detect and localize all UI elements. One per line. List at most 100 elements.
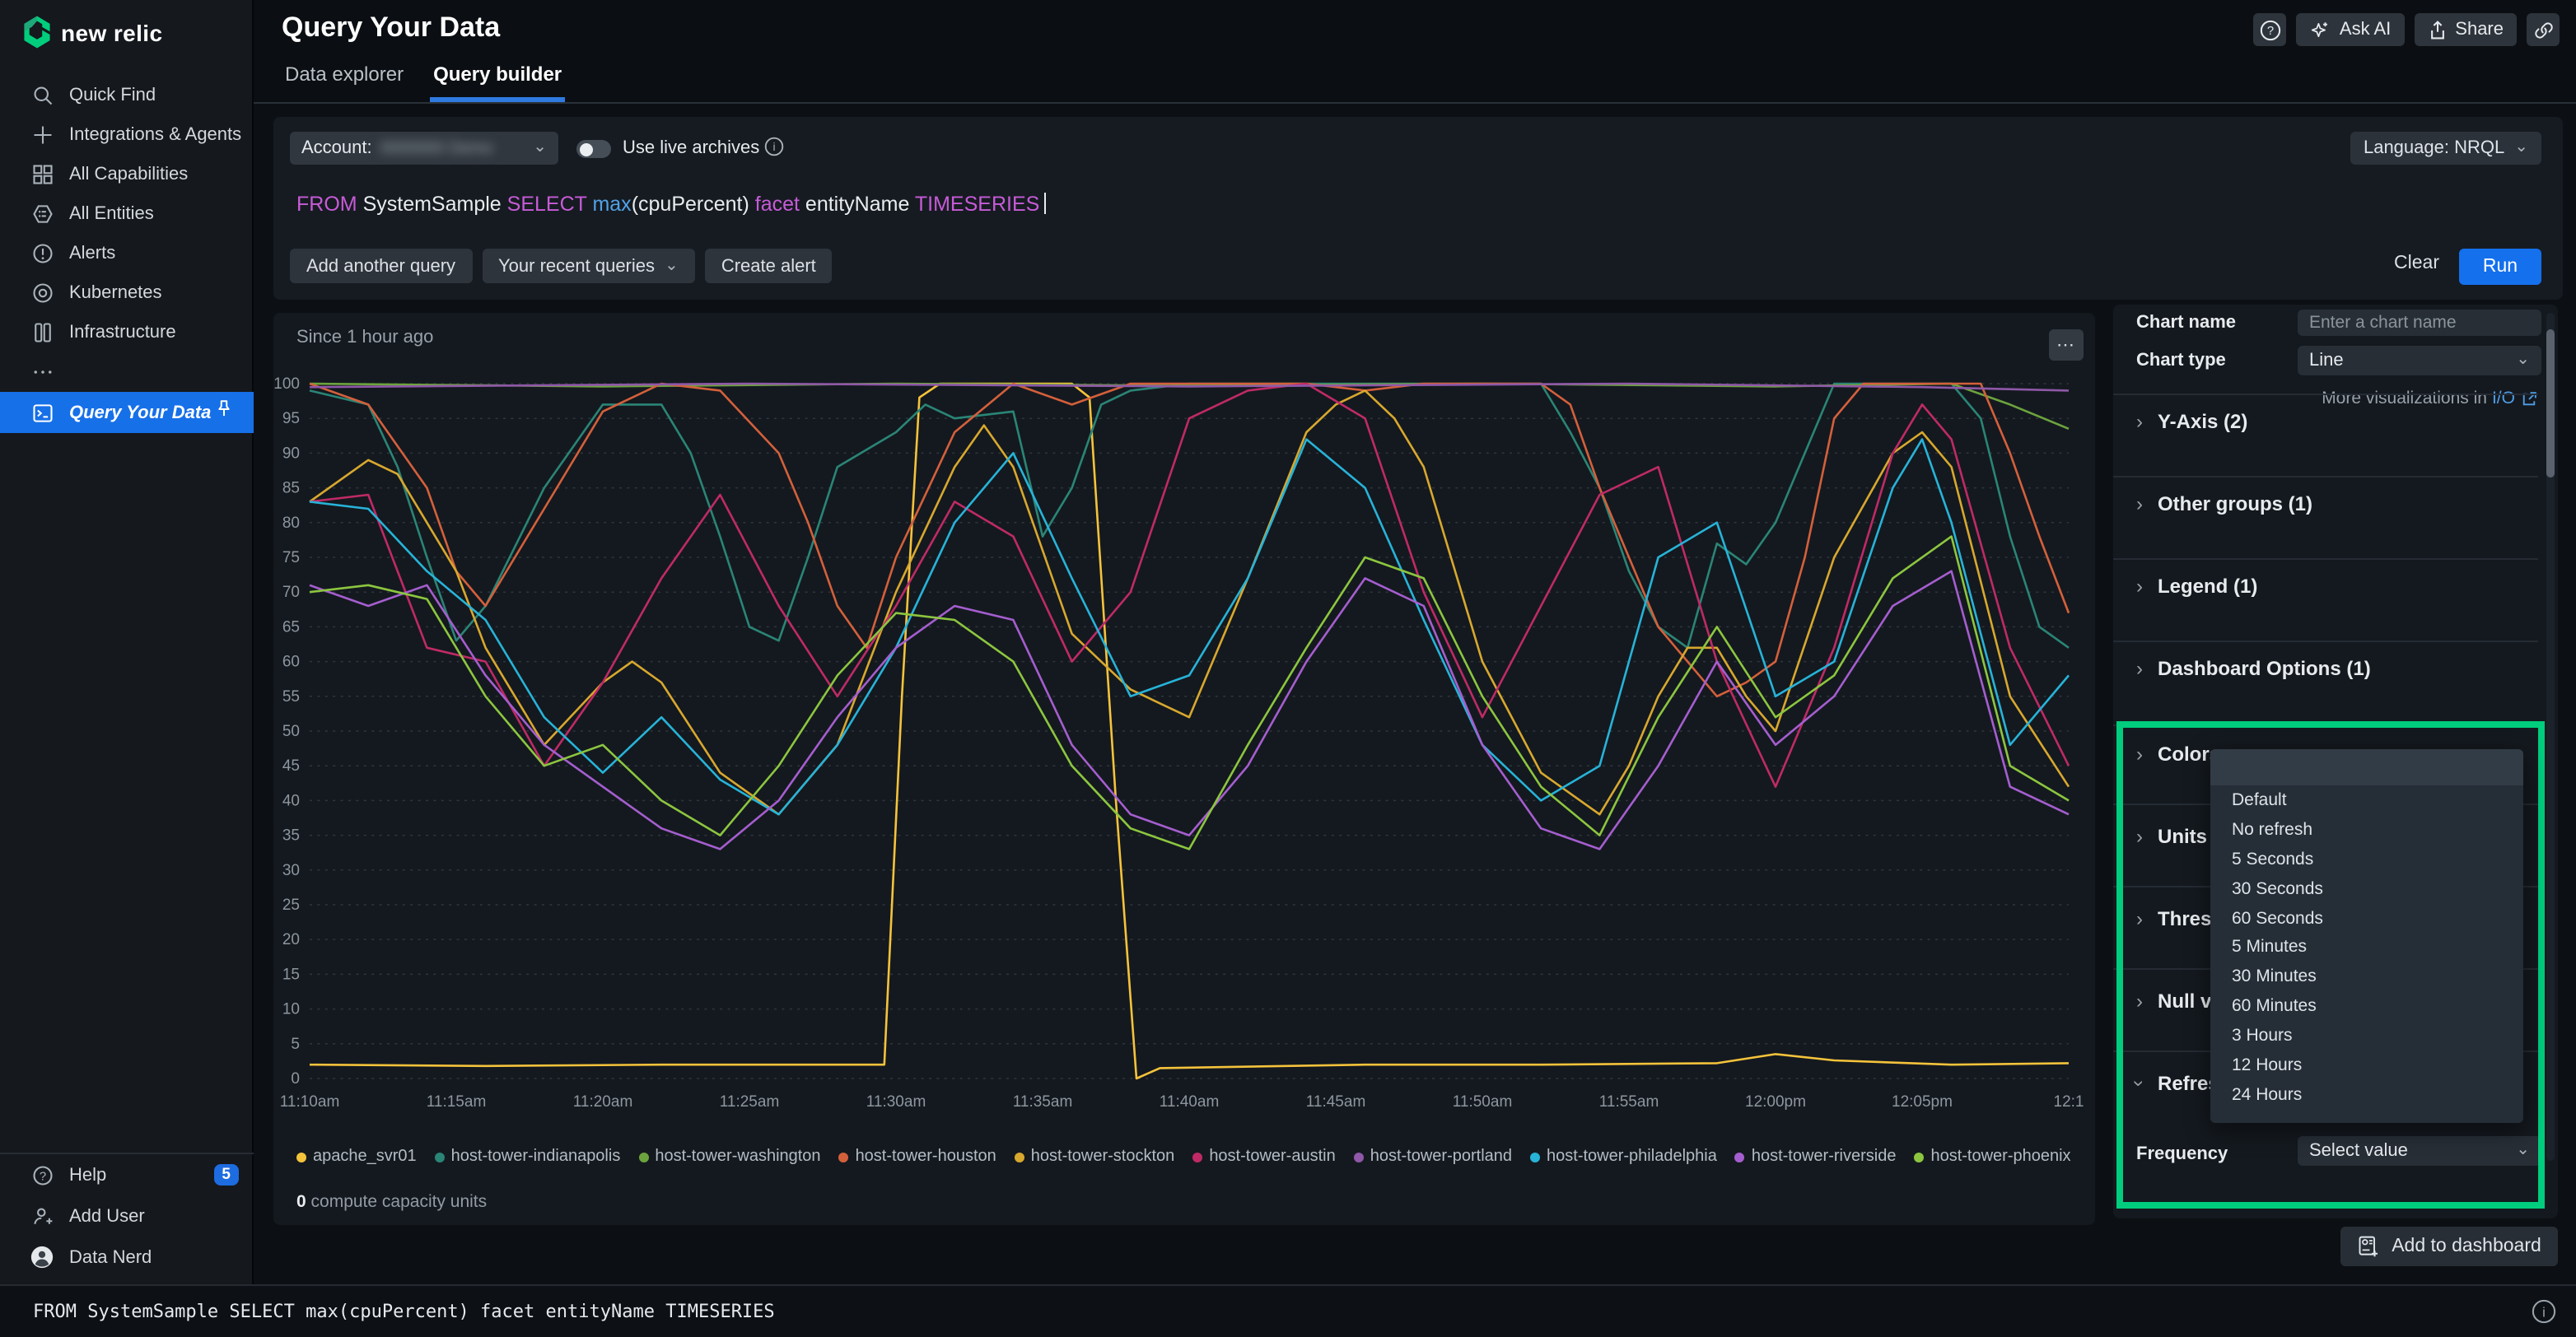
entities-icon xyxy=(30,202,54,226)
dropdown-option-5-seconds[interactable]: 5 Seconds xyxy=(2210,845,2523,874)
app-window: Query Your Data Data explorer Query build… xyxy=(0,0,2576,1337)
share-button[interactable]: Share xyxy=(2414,13,2517,46)
chart-type-value: Line xyxy=(2309,351,2344,370)
scrollbar-thumb[interactable] xyxy=(2546,329,2555,478)
permalink-button[interactable] xyxy=(2527,13,2560,46)
panel-scrollbar[interactable] xyxy=(2546,313,2555,1161)
pin-icon[interactable] xyxy=(214,398,234,420)
toggle-knob xyxy=(579,142,592,156)
legend-item-host-tower-riverside[interactable]: host-tower-riverside xyxy=(1734,1148,1896,1166)
legend-item-host-tower-indianapolis[interactable]: host-tower-indianapolis xyxy=(434,1148,620,1166)
section-divider xyxy=(2113,394,2538,395)
plus-icon xyxy=(30,123,54,147)
sidebar-item-add-user[interactable]: Add User xyxy=(0,1195,254,1237)
section-other-groups-1-[interactable]: › Other groups (1) xyxy=(2136,492,2312,515)
legend-item-apache_svr01[interactable]: apache_svr01 xyxy=(296,1148,417,1166)
legend-label: host-tower-portland xyxy=(1370,1148,1513,1166)
legend-item-host-tower-austin[interactable]: host-tower-austin xyxy=(1192,1148,1336,1166)
footer-query-text: FROM SystemSample SELECT max(cpuPercent)… xyxy=(33,1301,775,1322)
section-legend-1-[interactable]: › Legend (1) xyxy=(2136,575,2257,598)
sidebar-item-data-nerd[interactable]: Data Nerd xyxy=(0,1237,254,1278)
sidebar-item-all-entities[interactable]: All Entities xyxy=(0,194,254,234)
chevron-down-icon: ⌄ xyxy=(665,256,679,274)
dropdown-blank-option[interactable] xyxy=(2210,749,2523,785)
create-alert-button[interactable]: Create alert xyxy=(704,249,833,283)
sidebar-item--[interactable] xyxy=(0,352,254,392)
kubernetes-icon xyxy=(30,281,54,305)
frequency-select[interactable]: Select value ⌄ xyxy=(2298,1136,2541,1166)
section-units-[interactable]: › Units ( xyxy=(2136,825,2219,848)
legend-item-host-tower-houston[interactable]: host-tower-houston xyxy=(838,1148,996,1166)
nrql-query-input[interactable]: FROM SystemSample SELECT max(cpuPercent)… xyxy=(296,191,1047,216)
section-null-va[interactable]: › Null va xyxy=(2136,990,2223,1013)
dropdown-option-default[interactable]: Default xyxy=(2210,785,2523,815)
run-button[interactable]: Run xyxy=(2459,249,2541,285)
legend-item-host-tower-washington[interactable]: host-tower-washington xyxy=(638,1148,821,1166)
sidebar-item-kubernetes[interactable]: Kubernetes xyxy=(0,273,254,313)
footer-bar: FROM SystemSample SELECT max(cpuPercent)… xyxy=(0,1284,2576,1337)
sidebar-item-alerts[interactable]: Alerts xyxy=(0,234,254,273)
sidebar-footer: ? Help 5 Add User Data Nerd xyxy=(0,1153,254,1278)
help-icon: ? xyxy=(30,1162,54,1187)
language-select[interactable]: Language: NRQL ⌄ xyxy=(2350,132,2541,165)
sidebar-item-label: All Capabilities xyxy=(69,165,189,184)
add-another-query-button[interactable]: Add another query xyxy=(290,249,473,283)
ellipsis-icon xyxy=(30,360,54,384)
sidebar-item-integrations-agents[interactable]: Integrations & Agents xyxy=(0,115,254,155)
frequency-value: Select value xyxy=(2309,1141,2408,1161)
section-dashboard-options-1-[interactable]: › Dashboard Options (1) xyxy=(2136,657,2371,680)
section-refres[interactable]: › Refres xyxy=(2128,1072,2219,1095)
io-link[interactable]: I/O xyxy=(2492,389,2515,408)
tab-query-builder[interactable]: Query builder xyxy=(430,53,566,102)
svg-text:85: 85 xyxy=(282,480,300,497)
svg-text:70: 70 xyxy=(282,584,300,601)
sidebar-item-infrastructure[interactable]: Infrastructure xyxy=(0,313,254,352)
legend-item-host-tower-phoenix[interactable]: host-tower-phoenix xyxy=(1914,1148,2071,1166)
live-archives-toggle[interactable] xyxy=(576,140,611,158)
account-select[interactable]: Account: 0000000 Demo ⌄ xyxy=(290,132,558,165)
legend-label: host-tower-houston xyxy=(855,1148,996,1166)
add-to-dashboard-button[interactable]: Add to dashboard xyxy=(2340,1227,2558,1266)
svg-text:11:50am: 11:50am xyxy=(1453,1093,1513,1111)
legend-item-host-tower-philadelphia[interactable]: host-tower-philadelphia xyxy=(1530,1148,1717,1166)
ask-ai-button[interactable]: Ask AI xyxy=(2296,13,2405,46)
sidebar-item-quick-find[interactable]: Quick Find xyxy=(0,76,254,115)
series-line-host-tower-indianapolis xyxy=(309,382,2070,650)
info-icon[interactable]: i xyxy=(764,137,784,158)
timeseries-chart[interactable]: 0 5 10 15 20 25 30 35 40 45 50 55 60 65 70 75 80 85 90 95 10… xyxy=(273,313,2095,1225)
chart-type-select[interactable]: Line ⌄ xyxy=(2298,346,2541,375)
recent-queries-button[interactable]: Your recent queries ⌄ xyxy=(482,249,695,283)
legend-item-host-tower-portland[interactable]: host-tower-portland xyxy=(1353,1148,1513,1166)
legend-item-host-tower-stockton[interactable]: host-tower-stockton xyxy=(1014,1148,1174,1166)
dropdown-option-30-seconds[interactable]: 30 Seconds xyxy=(2210,873,2523,903)
chart-name-input[interactable]: Enter a chart name xyxy=(2298,310,2541,336)
dropdown-option-24-hours[interactable]: 24 Hours xyxy=(2210,1080,2523,1110)
dropdown-option-60-minutes[interactable]: 60 Minutes xyxy=(2210,991,2523,1021)
dropdown-option-no-refresh[interactable]: No refresh xyxy=(2210,815,2523,845)
footer-info-icon[interactable]: i xyxy=(2532,1299,2556,1324)
sidebar-item-all-capabilities[interactable]: All Capabilities xyxy=(0,155,254,194)
clear-button[interactable]: Clear xyxy=(2394,254,2439,273)
dropdown-option-3-hours[interactable]: 3 Hours xyxy=(2210,1021,2523,1050)
chevron-right-icon: › xyxy=(2136,575,2143,598)
sidebar-item-query-your-data[interactable]: Query Your Data xyxy=(0,392,254,433)
chevron-down-icon: ⌄ xyxy=(2516,351,2530,369)
chart-card: Since 1 hour ago ⋯ 0 5 10 15 20 25 30 35 40 45 50 5… xyxy=(273,313,2095,1225)
question-circle-icon: ? xyxy=(2260,19,2281,40)
dropdown-option-12-hours[interactable]: 12 Hours xyxy=(2210,1050,2523,1080)
section-y-axis-2-[interactable]: › Y-Axis (2) xyxy=(2136,410,2247,433)
dropdown-option-60-seconds[interactable]: 60 Seconds xyxy=(2210,903,2523,933)
sidebar-item-help[interactable]: ? Help 5 xyxy=(0,1154,254,1195)
svg-text:11:25am: 11:25am xyxy=(720,1093,780,1111)
help-button[interactable]: ? xyxy=(2253,13,2287,46)
tab-data-explorer[interactable]: Data explorer xyxy=(282,53,407,102)
new-relic-logo[interactable]: new relic xyxy=(21,15,162,49)
sidebar-item-label: Integrations & Agents xyxy=(69,125,242,145)
section-colors[interactable]: › Colors xyxy=(2136,743,2220,766)
dropdown-option-5-minutes[interactable]: 5 Minutes xyxy=(2210,933,2523,962)
svg-text:11:10am: 11:10am xyxy=(280,1093,340,1111)
text-cursor xyxy=(1044,193,1047,214)
chart-options-button[interactable]: ⋯ xyxy=(2049,329,2084,361)
share-icon xyxy=(2427,19,2447,40)
dropdown-option-30-minutes[interactable]: 30 Minutes xyxy=(2210,962,2523,992)
